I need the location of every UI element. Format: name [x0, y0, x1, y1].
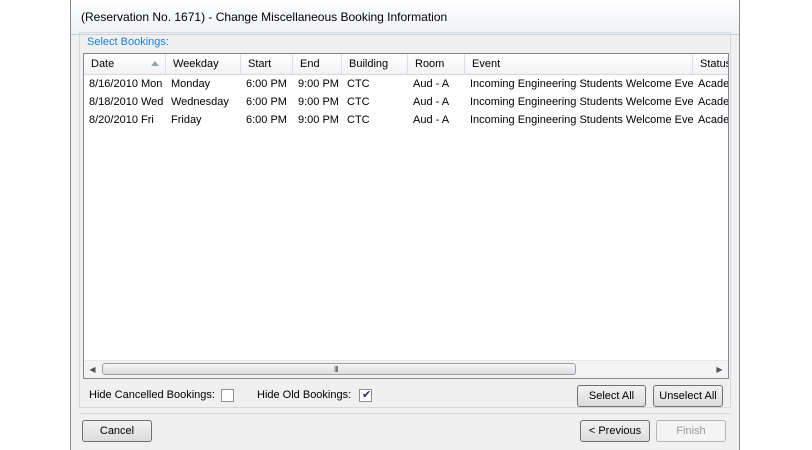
grid-header: Date Weekday Start End Building Room Eve… — [84, 54, 728, 75]
column-header-date[interactable]: Date — [84, 54, 166, 74]
finish-button[interactable]: Finish — [656, 420, 726, 442]
scroll-left-icon[interactable]: ◀ — [84, 361, 101, 378]
column-header-room[interactable]: Room — [408, 54, 465, 74]
cell-start: 6:00 PM — [246, 78, 287, 90]
booking-dialog: (Reservation No. 1671) - Change Miscella… — [70, 0, 740, 450]
cell-room: Aud - A — [413, 78, 450, 90]
hide-cancelled-label: Hide Cancelled Bookings: — [89, 389, 215, 401]
horizontal-scrollbar[interactable]: ◀ III ▶ — [84, 360, 728, 378]
bookings-grid[interactable]: Date Weekday Start End Building Room Eve… — [83, 53, 729, 379]
column-header-start[interactable]: Start — [241, 54, 293, 74]
column-header-weekday[interactable]: Weekday — [166, 54, 241, 74]
sort-ascending-icon — [151, 61, 159, 66]
column-header-status[interactable]: Status — [693, 54, 728, 74]
column-header-event[interactable]: Event — [465, 54, 693, 74]
cancel-button[interactable]: Cancel — [82, 420, 152, 442]
cell-status: Academic — [698, 78, 729, 90]
cell-weekday: Monday — [171, 78, 211, 90]
cell-status: Academic — [698, 114, 729, 126]
previous-button[interactable]: < Previous — [580, 420, 650, 442]
cell-status: Academic — [698, 96, 729, 108]
column-header-building[interactable]: Building — [342, 54, 408, 74]
window-title: (Reservation No. 1671) - Change Miscella… — [81, 10, 448, 24]
cell-event: Incoming Engineering Students Welcome Ev… — [470, 78, 693, 90]
scroll-grip: III — [334, 365, 339, 374]
table-row[interactable]: 8/18/2010 Wed Wednesday 6:00 PM 9:00 PM … — [84, 93, 729, 111]
cell-weekday: Friday — [171, 114, 202, 126]
cell-building: CTC — [347, 96, 370, 108]
cell-building: CTC — [347, 114, 370, 126]
cell-event: Incoming Engineering Students Welcome Ev… — [470, 96, 693, 108]
unselect-all-button[interactable]: Unselect All — [653, 385, 723, 407]
table-row[interactable]: 8/20/2010 Fri Friday 6:00 PM 9:00 PM CTC… — [84, 111, 729, 129]
cell-end: 9:00 PM — [298, 78, 339, 90]
cell-event: Incoming Engineering Students Welcome Ev… — [470, 114, 693, 126]
checkmark-icon: ✔ — [362, 389, 372, 401]
cell-room: Aud - A — [413, 96, 450, 108]
hide-cancelled-checkbox[interactable] — [221, 389, 234, 402]
select-bookings-label: Select Bookings: — [87, 36, 169, 48]
cell-end: 9:00 PM — [298, 96, 339, 108]
column-header-label: Date — [91, 58, 115, 70]
cell-start: 6:00 PM — [246, 114, 287, 126]
column-header-end[interactable]: End — [293, 54, 342, 74]
scroll-right-icon[interactable]: ▶ — [711, 361, 728, 378]
cell-building: CTC — [347, 78, 370, 90]
cell-room: Aud - A — [413, 114, 450, 126]
cell-weekday: Wednesday — [171, 96, 229, 108]
hide-old-label: Hide Old Bookings: — [257, 389, 352, 401]
cell-date: 8/20/2010 Fri — [89, 114, 154, 126]
cell-date: 8/18/2010 Wed — [89, 96, 164, 108]
cell-date: 8/16/2010 Mon — [89, 78, 163, 90]
cell-end: 9:00 PM — [298, 114, 339, 126]
cell-start: 6:00 PM — [246, 96, 287, 108]
title-bar: (Reservation No. 1671) - Change Miscella… — [71, 0, 739, 35]
hide-old-checkbox[interactable]: ✔ — [359, 389, 372, 402]
select-all-button[interactable]: Select All — [577, 385, 646, 407]
scroll-thumb[interactable]: III — [102, 363, 576, 375]
divider — [79, 413, 731, 414]
table-row[interactable]: 8/16/2010 Mon Monday 6:00 PM 9:00 PM CTC… — [84, 75, 729, 93]
